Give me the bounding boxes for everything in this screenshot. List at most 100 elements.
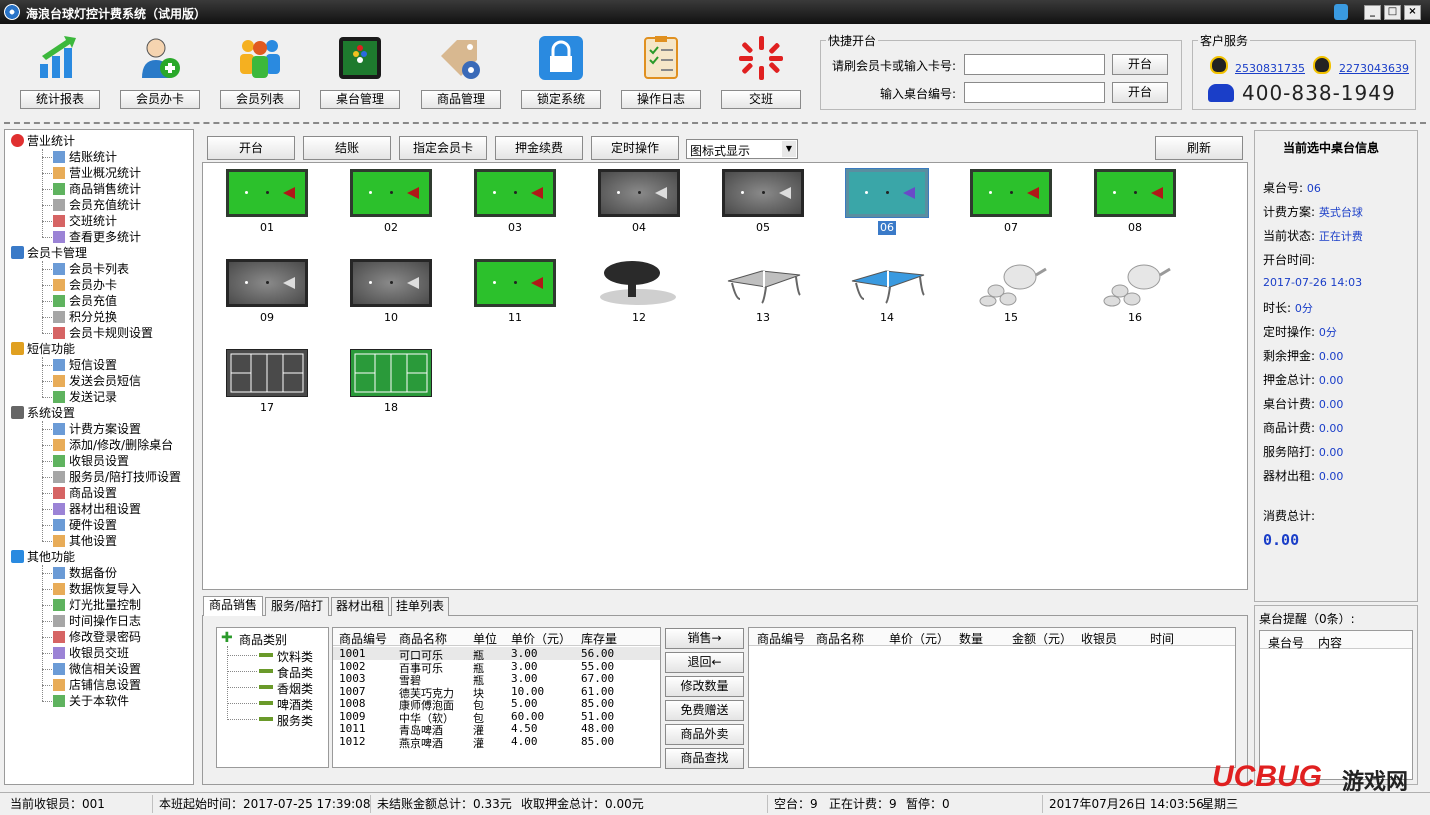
tree-item[interactable]: 发送记录	[53, 389, 117, 405]
sold-col-header[interactable]: 金额（元）	[1012, 630, 1072, 647]
table-tile[interactable]: 04	[597, 169, 681, 235]
sale-action-button[interactable]: 免费赠送	[665, 700, 744, 721]
tree-item[interactable]: 会员充值统计	[53, 197, 141, 213]
tree-group[interactable]: 系统设置	[11, 405, 75, 421]
tree-item[interactable]: 收银员交班	[53, 645, 129, 661]
tree-group[interactable]: 会员卡管理	[11, 245, 87, 261]
tree-item[interactable]: 微信相关设置	[53, 661, 141, 677]
table-tile[interactable]: 08	[1093, 169, 1177, 235]
category-item[interactable]: 香烟类	[277, 680, 313, 697]
qq-link-2[interactable]: 2273043639	[1339, 62, 1409, 75]
tree-item[interactable]: 添加/修改/删除桌台	[53, 437, 173, 453]
tree-item[interactable]: 营业概况统计	[53, 165, 141, 181]
skin-icon[interactable]	[1334, 4, 1348, 20]
tree-group[interactable]: 短信功能	[11, 341, 75, 357]
quick-open-table-button[interactable]: 开台	[1112, 82, 1168, 103]
tag-gear-icon[interactable]	[437, 34, 485, 82]
tab-3[interactable]: 挂单列表	[391, 597, 449, 616]
nav-tree[interactable]: 营业统计 结账统计 营业概况统计 商品销售统计 会员充值统计 交班统计 查看更多统计 会员卡管…	[4, 129, 194, 785]
qq-link-1[interactable]: 2530831735	[1235, 62, 1305, 75]
category-tree[interactable]: ✚ 商品类别 饮料类 食品类 香烟类 啤酒类 服务类	[216, 627, 329, 768]
toolbar-lock-button[interactable]: 锁定系统	[521, 90, 601, 109]
tree-item[interactable]: 交班统计	[53, 213, 117, 229]
add-user-icon[interactable]	[136, 34, 184, 82]
tree-group[interactable]: 营业统计	[11, 133, 75, 149]
tree-item[interactable]: 发送会员短信	[53, 373, 141, 389]
tree-item[interactable]: 结账统计	[53, 149, 117, 165]
tree-item[interactable]: 数据恢复导入	[53, 581, 141, 597]
table-tile[interactable]: 16	[1093, 259, 1177, 325]
sale-action-button[interactable]: 商品查找	[665, 748, 744, 769]
tab-2[interactable]: 器材出租	[331, 597, 389, 616]
tree-item[interactable]: 会员卡规则设置	[53, 325, 153, 341]
tree-item[interactable]: 查看更多统计	[53, 229, 141, 245]
tree-group[interactable]: 其他功能	[11, 549, 75, 565]
sold-col-header[interactable]: 商品名称	[816, 630, 864, 647]
table-no-input[interactable]	[964, 82, 1105, 103]
table-tile[interactable]: 10	[349, 259, 433, 325]
close-button[interactable]: ×	[1404, 5, 1421, 20]
sale-action-button[interactable]: 商品外卖	[665, 724, 744, 745]
sale-action-button[interactable]: 销售→	[665, 628, 744, 649]
spinner-icon[interactable]	[737, 34, 785, 82]
tree-item[interactable]: 收银员设置	[53, 453, 129, 469]
toolbar-spinner-button[interactable]: 交班	[721, 90, 801, 109]
tree-item[interactable]: 数据备份	[53, 565, 117, 581]
toolbar-add-user-button[interactable]: 会员办卡	[120, 90, 200, 109]
toolbar-bar-chart-button[interactable]: 统计报表	[20, 90, 100, 109]
tree-item[interactable]: 会员办卡	[53, 277, 117, 293]
tree-item[interactable]: 积分兑换	[53, 309, 117, 325]
tree-item[interactable]: 灯光批量控制	[53, 597, 141, 613]
table-tile[interactable]: 09	[225, 259, 309, 325]
tree-item[interactable]: 计费方案设置	[53, 421, 141, 437]
table-tile[interactable]: 01	[225, 169, 309, 235]
category-item[interactable]: 食品类	[277, 664, 313, 681]
tree-item[interactable]: 硬件设置	[53, 517, 117, 533]
sold-col-header[interactable]: 商品编号	[757, 630, 805, 647]
tree-item[interactable]: 会员卡列表	[53, 261, 129, 277]
users-icon[interactable]	[236, 34, 284, 82]
timer-button[interactable]: 定时操作	[591, 136, 679, 160]
sold-col-header[interactable]: 数量	[959, 630, 983, 647]
tree-item[interactable]: 商品销售统计	[53, 181, 141, 197]
maximize-button[interactable]: □	[1384, 5, 1401, 20]
clipboard-icon[interactable]	[637, 34, 685, 82]
toolbar-billiards-button[interactable]: 桌台管理	[320, 90, 400, 109]
sold-list[interactable]: 商品编号 商品名称 单价（元） 数量 金额（元） 收银员 时间	[748, 627, 1236, 768]
toolbar-tag-gear-button[interactable]: 商品管理	[421, 90, 501, 109]
table-tile[interactable]: 06	[845, 168, 929, 235]
refresh-button[interactable]: 刷新	[1155, 136, 1243, 160]
goods-col-header[interactable]: 单价（元）	[511, 630, 571, 647]
tree-item[interactable]: 商品设置	[53, 485, 117, 501]
tree-item[interactable]: 关于本软件	[53, 693, 129, 709]
tree-item[interactable]: 修改登录密码	[53, 629, 141, 645]
table-tile[interactable]: 17	[225, 349, 309, 415]
checkout-button[interactable]: 结账	[303, 136, 391, 160]
table-tile[interactable]: 05	[721, 169, 805, 235]
goods-col-header[interactable]: 商品名称	[399, 630, 447, 647]
lock-icon[interactable]	[537, 34, 585, 82]
tree-item[interactable]: 器材出租设置	[53, 501, 141, 517]
quick-open-card-button[interactable]: 开台	[1112, 54, 1168, 75]
toolbar-clipboard-button[interactable]: 操作日志	[621, 90, 701, 109]
sale-action-button[interactable]: 退回←	[665, 652, 744, 673]
sold-col-header[interactable]: 收银员	[1081, 630, 1117, 647]
table-tile[interactable]: 14	[845, 259, 929, 325]
table-tile[interactable]: 03	[473, 169, 557, 235]
table-tile[interactable]: 11	[473, 259, 557, 325]
view-mode-select[interactable]: 图标式显示 ▼	[686, 139, 798, 159]
sold-col-header[interactable]: 单价（元）	[889, 630, 949, 647]
goods-col-header[interactable]: 单位	[473, 630, 497, 647]
reminder-list[interactable]: 桌台号 内容	[1259, 630, 1413, 780]
assign-card-button[interactable]: 指定会员卡	[399, 136, 487, 160]
category-item[interactable]: 饮料类	[277, 648, 313, 665]
deposit-button[interactable]: 押金续费	[495, 136, 583, 160]
goods-col-header[interactable]: 商品编号	[339, 630, 387, 647]
bar-chart-icon[interactable]	[36, 34, 84, 82]
sold-col-header[interactable]: 时间	[1150, 630, 1174, 647]
table-tile[interactable]: 07	[969, 169, 1053, 235]
tree-item[interactable]: 服务员/陪打技师设置	[53, 469, 181, 485]
tab-1[interactable]: 服务/陪打	[265, 597, 329, 616]
goods-list[interactable]: 商品编号 商品名称 单位 单价（元） 库存量 1001 可口可乐瓶 3.00 56.00 1002…	[332, 627, 661, 768]
table-tile[interactable]: 18	[349, 349, 433, 415]
